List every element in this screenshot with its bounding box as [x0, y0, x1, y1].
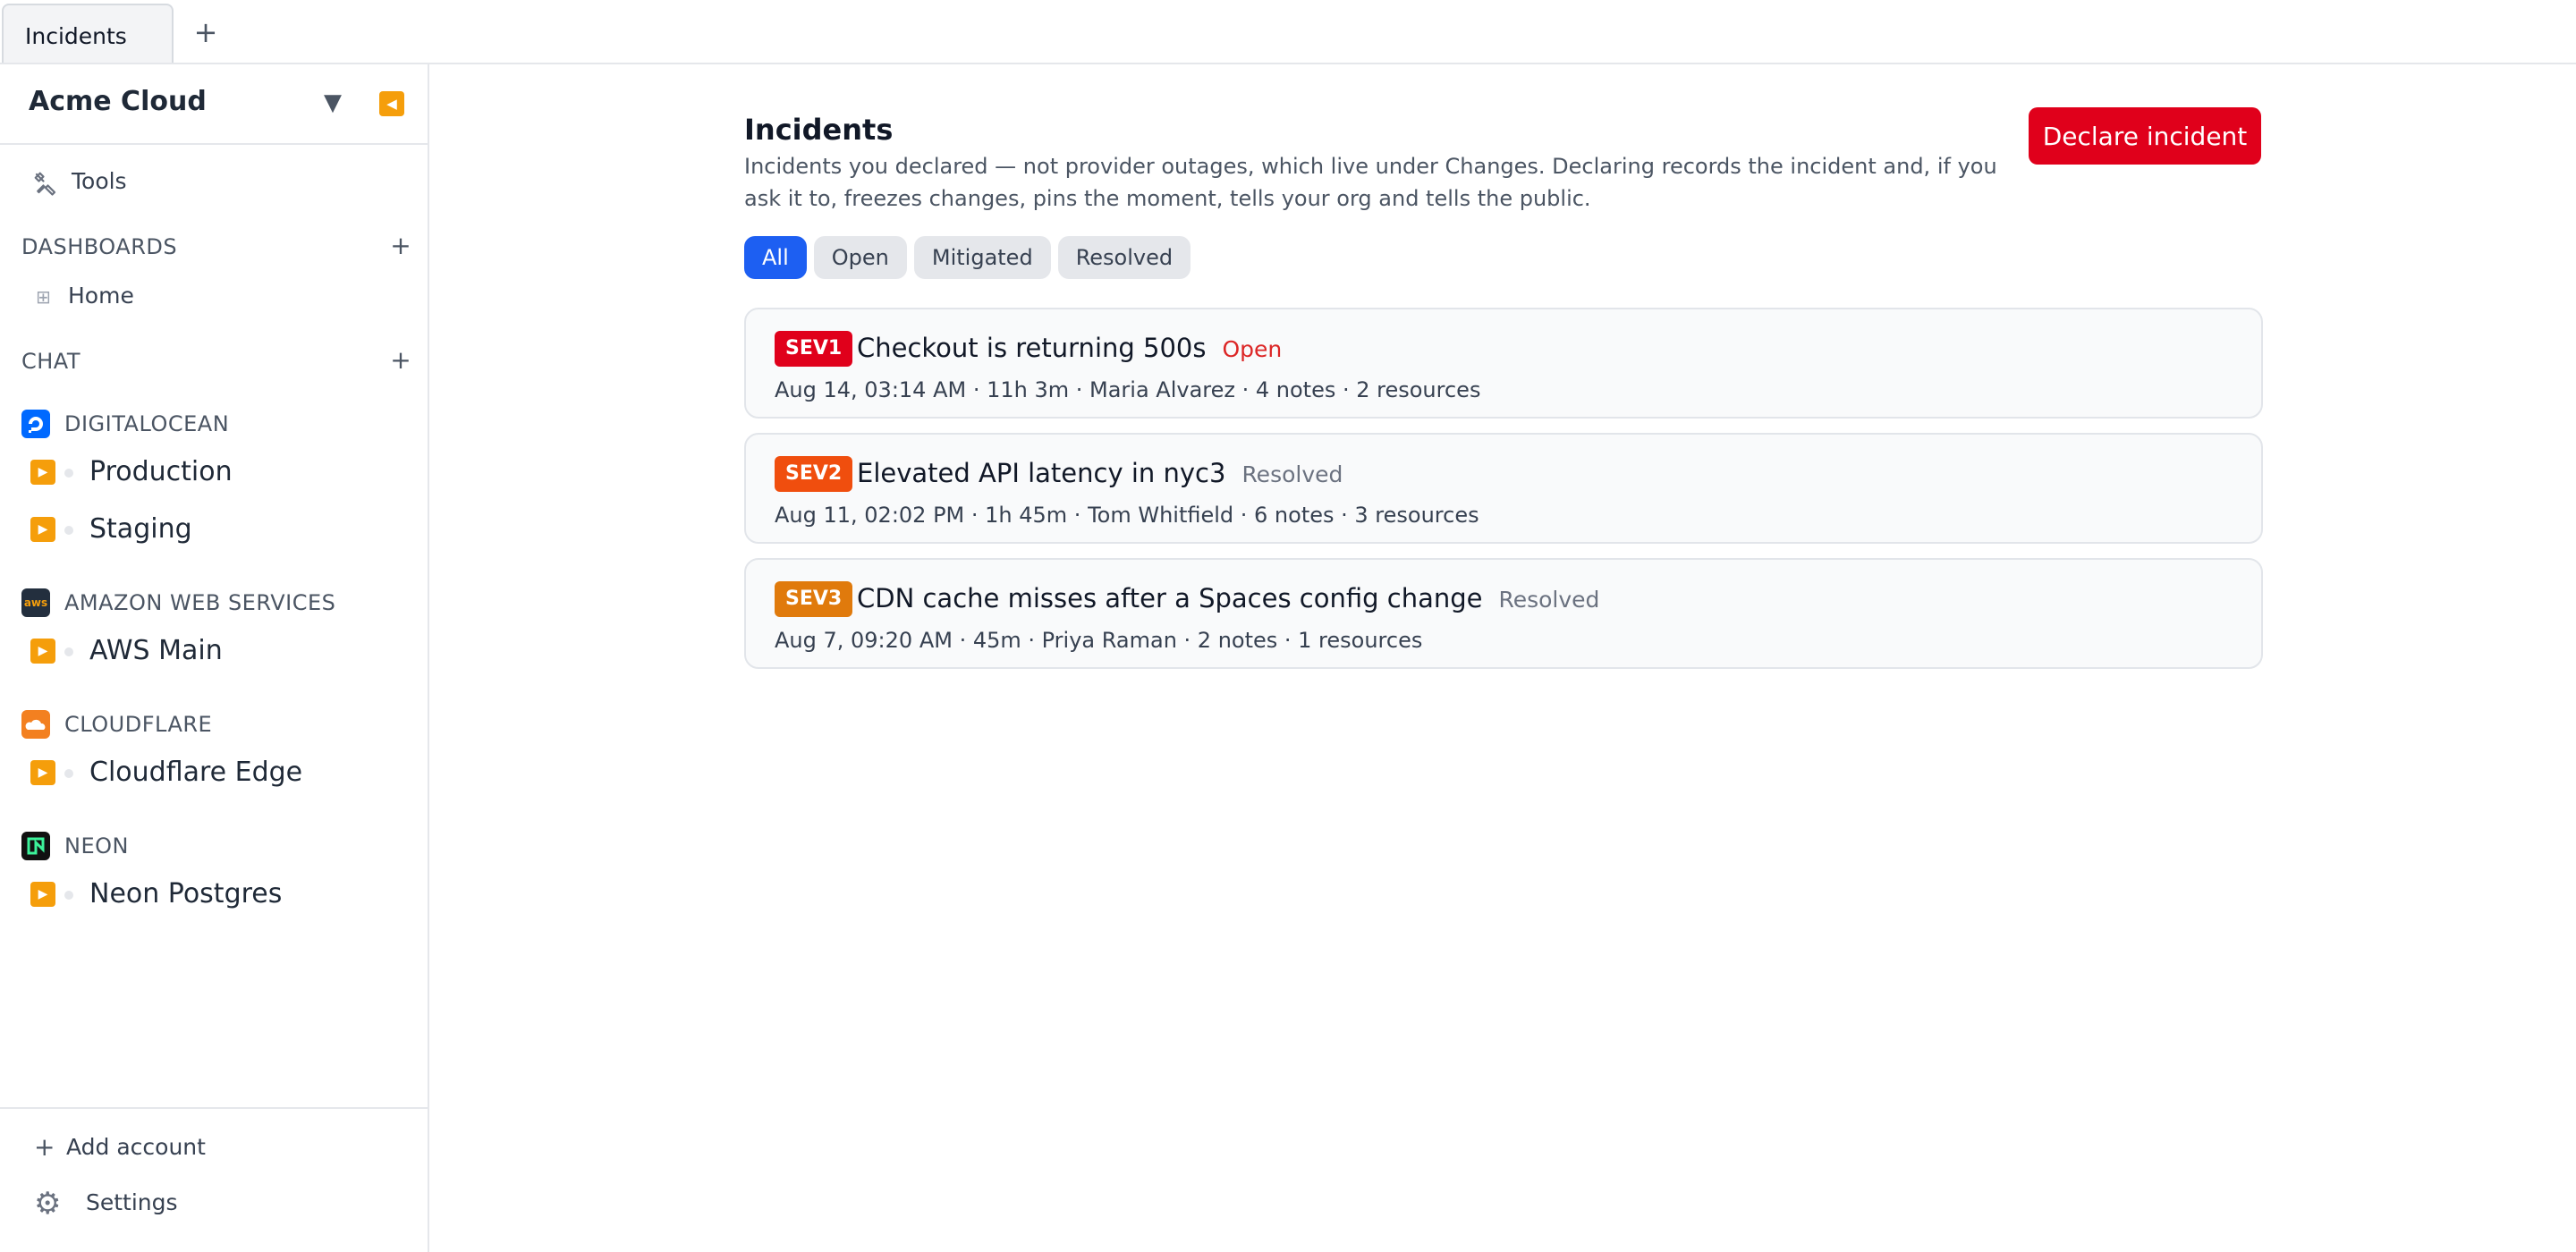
incident-card[interactable]: SEV2 Elevated API latency in nyc3 Resolve…	[744, 433, 2263, 544]
account-label: AWS Main	[89, 635, 223, 666]
play-icon[interactable]: ▶	[30, 760, 55, 785]
incident-title: Checkout is returning 500s	[857, 333, 1207, 363]
incident-meta: Aug 7, 09:20 AM · 45m · Priya Raman · 2 …	[775, 628, 1423, 653]
account-label: Cloudflare Edge	[89, 757, 303, 788]
tab-incidents[interactable]: Incidents	[2, 4, 174, 63]
incident-title: CDN cache misses after a Spaces config c…	[857, 583, 1483, 613]
neon-icon	[21, 832, 50, 860]
grid-icon: ⊞	[36, 286, 51, 308]
status-filter-chips: All Open Mitigated Resolved	[744, 236, 1198, 281]
account-label: Staging	[89, 513, 192, 545]
provider-neon: NEON	[21, 830, 406, 862]
filter-chip-mitigated[interactable]: Mitigated	[913, 236, 1051, 279]
tools-icon	[34, 172, 56, 196]
provider-digitalocean: DIGITALOCEAN	[21, 408, 406, 440]
status-dot	[64, 469, 73, 478]
plus-icon: +	[34, 1132, 55, 1162]
incident-status: Open	[1222, 336, 1283, 362]
sidebar-item-home[interactable]: ⊞ Home	[36, 281, 304, 313]
sidebar-item-tools[interactable]: Tools	[32, 165, 301, 200]
sidebar: Acme Cloud ▼ ◀ Tools DASHBOARDS + ⊞ Home…	[0, 64, 429, 1252]
account-item[interactable]: ▶ Staging	[30, 510, 406, 549]
sidebar-item-label: Home	[68, 283, 134, 309]
account-item[interactable]: ▶ Production	[30, 453, 406, 492]
status-dot	[64, 526, 73, 535]
tab-strip: Incidents +	[0, 0, 2576, 64]
page-description: Incidents you declared — not provider ou…	[744, 154, 1997, 211]
cloudflare-icon	[21, 710, 50, 739]
filter-chip-resolved[interactable]: Resolved	[1057, 236, 1191, 279]
incident-card[interactable]: SEV1 Checkout is returning 500s Open Aug …	[744, 308, 2263, 419]
account-label: Neon Postgres	[89, 878, 283, 909]
add-dashboard-button[interactable]: +	[390, 231, 411, 260]
add-account-label: Add account	[66, 1134, 206, 1160]
incident-status: Resolved	[1498, 587, 1600, 613]
declare-incident-button[interactable]: Declare incident	[2029, 107, 2261, 165]
provider-name: AMAZON WEB SERVICES	[64, 590, 336, 615]
play-icon[interactable]: ▶	[30, 517, 55, 542]
provider-aws: aws AMAZON WEB SERVICES	[21, 587, 406, 619]
account-item[interactable]: ▶ Cloudflare Edge	[30, 753, 406, 792]
incident-title-row: Checkout is returning 500s Open	[857, 333, 1282, 363]
incident-title-row: Elevated API latency in nyc3 Resolved	[857, 458, 1343, 488]
play-icon[interactable]: ▶	[30, 460, 55, 485]
incident-status: Resolved	[1241, 461, 1343, 487]
sidebar-footer: + Add account ⚙ Settings	[0, 1107, 428, 1252]
incident-title-row: CDN cache misses after a Spaces config c…	[857, 583, 1599, 613]
incident-card[interactable]: SEV3 CDN cache misses after a Spaces con…	[744, 558, 2263, 669]
provider-name: DIGITALOCEAN	[64, 411, 230, 436]
section-label: CHAT	[21, 349, 81, 374]
filter-chip-open[interactable]: Open	[813, 236, 907, 279]
org-name: Acme Cloud	[29, 86, 207, 117]
status-dot	[64, 891, 73, 900]
add-chat-button[interactable]: +	[390, 345, 411, 375]
page-title: Incidents	[744, 113, 894, 147]
play-icon[interactable]: ▶	[30, 882, 55, 907]
sidebar-item-label: Tools	[72, 168, 127, 194]
play-icon[interactable]: ▶	[30, 639, 55, 664]
aws-icon: aws	[21, 588, 50, 617]
filter-chip-all[interactable]: All	[744, 236, 807, 279]
collapse-sidebar-icon[interactable]: ◀	[379, 91, 404, 116]
app-window: Incidents + Acme Cloud ▼ ◀ Tools DASHBOA…	[0, 0, 2576, 1252]
caret-down-icon[interactable]: ▼	[324, 89, 342, 116]
provider-cloudflare: CLOUDFLARE	[21, 708, 406, 740]
account-item[interactable]: ▶ AWS Main	[30, 631, 406, 671]
status-dot	[64, 647, 73, 656]
settings-button[interactable]: ⚙ Settings	[34, 1186, 392, 1222]
incident-meta: Aug 11, 02:02 PM · 1h 45m · Tom Whitfiel…	[775, 503, 1479, 528]
incident-title: Elevated API latency in nyc3	[857, 458, 1226, 488]
status-dot	[64, 769, 73, 778]
gear-icon: ⚙	[34, 1186, 62, 1222]
digitalocean-icon	[21, 410, 50, 438]
provider-name: NEON	[64, 833, 129, 859]
chat-section-header: CHAT +	[21, 345, 411, 379]
severity-badge: SEV3	[775, 581, 853, 617]
main-content: Incidents Incidents you declared — not p…	[431, 64, 2576, 1252]
account-label: Production	[89, 456, 233, 487]
severity-badge: SEV1	[775, 331, 853, 367]
org-switcher[interactable]: Acme Cloud ▼ ◀	[0, 64, 428, 145]
provider-name: CLOUDFLARE	[64, 712, 213, 737]
new-tab-button[interactable]: +	[188, 13, 224, 52]
tab-label: Incidents	[25, 23, 127, 49]
severity-badge: SEV2	[775, 456, 853, 492]
add-account-button[interactable]: + Add account	[34, 1130, 392, 1166]
section-label: DASHBOARDS	[21, 234, 178, 259]
dashboards-section-header: DASHBOARDS +	[21, 231, 411, 265]
settings-label: Settings	[86, 1189, 178, 1215]
account-item[interactable]: ▶ Neon Postgres	[30, 875, 406, 914]
incident-meta: Aug 14, 03:14 AM · 11h 3m · Maria Alvare…	[775, 377, 1481, 402]
